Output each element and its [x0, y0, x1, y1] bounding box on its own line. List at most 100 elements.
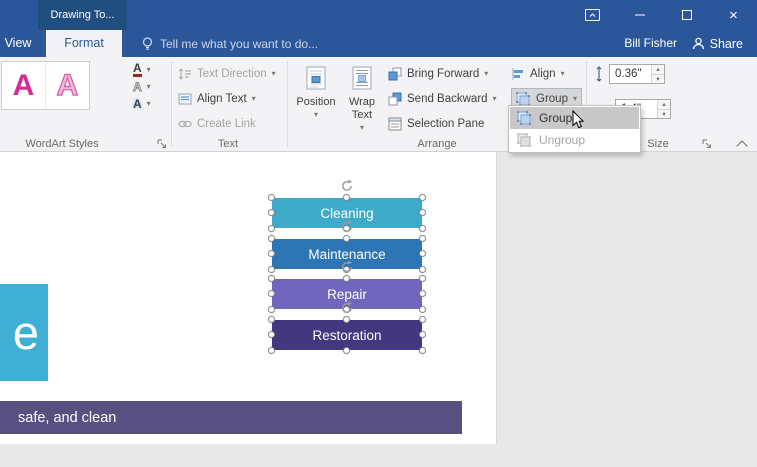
selection-handle[interactable]	[268, 331, 275, 338]
chevron-down-icon: ▾	[147, 100, 151, 108]
align-button[interactable]: Align ▾	[511, 64, 565, 84]
tab-view[interactable]: View	[0, 30, 36, 57]
wordart-sample-solid: A	[13, 69, 35, 103]
rotate-handle-icon[interactable]	[340, 301, 354, 315]
position-button[interactable]: Position ▾	[293, 60, 339, 148]
chevron-down-icon: ▾	[573, 95, 577, 103]
selection-handle[interactable]	[419, 290, 426, 297]
arrange-group-label: Arrange	[378, 138, 496, 150]
rotate-handle-icon[interactable]	[340, 179, 354, 193]
send-backward-button[interactable]: Send Backward ▾	[388, 89, 497, 109]
spinner-down-icon[interactable]: ▾	[658, 109, 670, 119]
selection-handle[interactable]	[268, 225, 275, 232]
selection-handle[interactable]	[343, 275, 350, 282]
tell-me-box[interactable]: Tell me what you want to do...	[142, 30, 318, 57]
selection-handle[interactable]	[268, 235, 275, 242]
selection-handle[interactable]	[268, 275, 275, 282]
selection-pane-button[interactable]: Selection Pane	[388, 114, 484, 134]
selection-handle[interactable]	[419, 275, 426, 282]
ribbon: A A A ▾ A ▾ A ▾ Text Direction ▾	[0, 57, 757, 152]
selection-handle[interactable]	[343, 316, 350, 323]
dialog-launcher-icon[interactable]	[157, 139, 167, 149]
spinner-down-icon[interactable]: ▾	[652, 74, 664, 84]
rotate-handle-icon[interactable]	[340, 220, 354, 234]
collapse-ribbon-icon[interactable]	[736, 140, 747, 151]
align-objects-icon	[511, 68, 525, 80]
selection-handle[interactable]	[419, 306, 426, 313]
shape-label: Restoration	[312, 328, 381, 343]
selection-pane-label: Selection Pane	[407, 118, 484, 130]
shape-height-input[interactable]: 0.36" ▴ ▾	[609, 64, 665, 84]
contextual-tab-drawing-tools[interactable]: Drawing To...	[38, 0, 127, 30]
sidebar-letter: e	[13, 305, 39, 360]
selection-handle[interactable]	[268, 194, 275, 201]
align-text-button[interactable]: Align Text ▾	[178, 89, 256, 109]
selection-handle[interactable]	[343, 194, 350, 201]
shape-restoration[interactable]: Restoration	[272, 320, 422, 350]
signed-in-user[interactable]: Bill Fisher	[624, 30, 677, 57]
share-button[interactable]: Share	[692, 30, 743, 57]
sidebar-letter-box[interactable]: e	[0, 284, 48, 381]
maximize-button[interactable]	[663, 0, 710, 30]
chevron-down-icon: ▾	[493, 95, 497, 103]
wordart-style-option-1[interactable]: A	[2, 62, 45, 109]
selection-handle[interactable]	[268, 347, 275, 354]
create-link-icon	[178, 120, 192, 128]
selection-handle[interactable]	[343, 347, 350, 354]
share-label: Share	[710, 37, 743, 51]
menu-item-ungroup: Ungroup	[510, 129, 639, 151]
text-fill-button[interactable]: A ▾	[133, 62, 151, 78]
tell-me-placeholder: Tell me what you want to do...	[160, 37, 318, 51]
align-label: Align	[530, 68, 556, 80]
selection-handle[interactable]	[268, 250, 275, 257]
selection-handle[interactable]	[343, 235, 350, 242]
wordart-style-option-2[interactable]: A	[45, 62, 89, 109]
wordart-style-gallery[interactable]: A A	[1, 61, 90, 110]
text-outline-button[interactable]: A ▾	[133, 79, 151, 95]
selection-handle[interactable]	[419, 316, 426, 323]
shape-label: Repair	[327, 287, 367, 302]
banner-text: safe, and clean	[18, 410, 116, 426]
shape-height-control: 0.36" ▴ ▾	[594, 64, 665, 84]
selection-handle[interactable]	[419, 194, 426, 201]
selection-handle[interactable]	[419, 266, 426, 273]
chevron-down-icon: ▾	[147, 83, 151, 91]
minimize-icon	[635, 14, 645, 16]
selection-handle[interactable]	[268, 316, 275, 323]
group-label: Group	[536, 93, 568, 105]
selection-handle[interactable]	[268, 290, 275, 297]
text-banner[interactable]: safe, and clean	[0, 401, 462, 434]
chevron-down-icon: ▾	[360, 124, 364, 132]
create-link-label: Create Link	[197, 118, 256, 130]
selection-pane-icon	[388, 117, 402, 131]
wrap-text-button[interactable]: Wrap Text ▾	[340, 60, 384, 148]
text-effects-icon: A	[133, 99, 142, 110]
bring-forward-button[interactable]: Bring Forward ▾	[388, 64, 488, 84]
person-icon	[692, 37, 705, 50]
tab-format[interactable]: Format	[46, 30, 122, 57]
text-direction-label: Text Direction	[197, 68, 267, 80]
selection-handle[interactable]	[419, 347, 426, 354]
selection-handle[interactable]	[419, 331, 426, 338]
selection-handle[interactable]	[268, 266, 275, 273]
minimize-button[interactable]	[616, 0, 663, 30]
shape-label: Cleaning	[320, 206, 373, 221]
chevron-down-icon: ▾	[314, 111, 318, 119]
spinner-up-icon[interactable]: ▴	[658, 100, 670, 109]
text-effects-button[interactable]: A ▾	[133, 96, 151, 112]
menu-item-group-label: Group	[539, 111, 572, 125]
selection-handle[interactable]	[419, 209, 426, 216]
selection-handle[interactable]	[419, 235, 426, 242]
selection-handle[interactable]	[268, 306, 275, 313]
dialog-launcher-icon[interactable]	[702, 139, 712, 149]
selection-handle[interactable]	[419, 250, 426, 257]
close-button[interactable]: ×	[710, 0, 757, 30]
rotate-handle-icon[interactable]	[340, 260, 354, 274]
ribbon-display-options-button[interactable]	[569, 0, 616, 30]
selection-handle[interactable]	[419, 225, 426, 232]
spinner-up-icon[interactable]: ▴	[652, 65, 664, 74]
spinner-buttons: ▴ ▾	[651, 65, 664, 83]
document-page[interactable]: e Cleaning Maintenance Repair	[0, 152, 497, 444]
selection-handle[interactable]	[268, 209, 275, 216]
window-controls: ×	[569, 0, 757, 30]
